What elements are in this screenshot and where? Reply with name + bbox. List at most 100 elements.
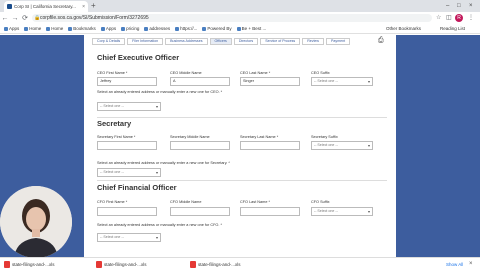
- chevron-down-icon: ▾: [367, 209, 370, 214]
- chevron-down-icon: ▾: [367, 143, 370, 148]
- secretary-suffix-select[interactable]: -- Select one -- ▾: [311, 141, 373, 150]
- chevron-down-icon: ▾: [367, 79, 370, 84]
- secretary-first-name-label: Secretary First Name *: [97, 135, 136, 139]
- bookmark-item[interactable]: Home: [24, 26, 41, 31]
- cfo-middle-name-field[interactable]: [170, 207, 230, 216]
- section-divider: [97, 117, 387, 118]
- download-item[interactable]: state-filings-and-...xls: [96, 260, 147, 269]
- close-downloads-bar-icon[interactable]: ×: [469, 260, 473, 269]
- forward-button[interactable]: →: [10, 15, 20, 22]
- tab-filer-information[interactable]: Filer Information: [127, 38, 164, 45]
- ceo-address-select[interactable]: -- Select one -- ▾: [97, 102, 161, 111]
- bookmark-item[interactable]: Apps: [100, 26, 116, 31]
- bookmark-favicon-icon: [236, 26, 241, 31]
- browser-toolbar: ← → ⟳ 🔒 corpfile.sos.ca.gov/SI/Submissio…: [0, 12, 480, 24]
- cfo-suffix-label: CFO Suffix: [311, 200, 330, 204]
- cfo-first-name-label: CFO First Name *: [97, 200, 128, 204]
- secretary-address-select[interactable]: -- Select one -- ▾: [97, 168, 161, 177]
- show-all-downloads-button[interactable]: Show All: [446, 260, 463, 269]
- cfo-address-prompt: Select an already entered address or man…: [97, 223, 222, 227]
- secretary-last-name-label: Secretary Last Name *: [240, 135, 279, 139]
- bookmark-item[interactable]: pricing: [121, 26, 139, 31]
- presenter-figure: [0, 186, 72, 258]
- browser-tab[interactable]: Corp SI | California Secretary... ×: [4, 1, 88, 12]
- bookmark-item[interactable]: Apps: [4, 26, 19, 31]
- ceo-middle-name-field[interactable]: A: [170, 77, 230, 86]
- cfo-suffix-select[interactable]: -- Select one -- ▾: [311, 207, 373, 216]
- ceo-middle-name-label: CEO Middle Name: [170, 71, 202, 75]
- star-icon[interactable]: ☆: [436, 12, 441, 24]
- tab-review[interactable]: Review: [302, 38, 324, 45]
- bookmark-item[interactable]: Be + Best ...: [236, 26, 266, 31]
- tab-service-of-process[interactable]: Service of Process: [260, 38, 301, 45]
- tab-close-icon[interactable]: ×: [82, 4, 85, 10]
- webcam-overlay: [0, 186, 72, 258]
- tab-payment[interactable]: Payment: [326, 38, 351, 45]
- bookmark-favicon-icon: [144, 26, 149, 31]
- form-step-tabs: Corp & Details Filer Information Busines…: [92, 38, 351, 46]
- download-item[interactable]: state-filings-and-...xls: [4, 260, 55, 269]
- extensions-icon[interactable]: ◫: [446, 12, 452, 24]
- window-minimize-button[interactable]: –: [446, 0, 449, 12]
- window-maximize-button[interactable]: □: [457, 0, 461, 12]
- bookmark-item[interactable]: Bookmarks: [68, 26, 96, 31]
- ceo-section-title: Chief Executive Officer: [97, 53, 180, 62]
- page-background: Corp & Details Filer Information Busines…: [0, 35, 480, 257]
- bookmark-item[interactable]: Home: [46, 26, 63, 31]
- secretary-first-name-field[interactable]: [97, 141, 157, 150]
- tab-title: Corp SI | California Secretary...: [14, 4, 76, 9]
- download-item[interactable]: state-filings-and-...xls: [190, 260, 241, 269]
- bookmark-item[interactable]: https://...: [175, 26, 197, 31]
- bookmark-favicon-icon: [46, 26, 51, 31]
- window-close-button[interactable]: ×: [469, 0, 473, 12]
- ceo-first-name-field[interactable]: Jeffrey: [97, 77, 157, 86]
- downloads-bar: state-filings-and-...xls state-filings-a…: [0, 257, 480, 270]
- cfo-section-title: Chief Financial Officer: [97, 183, 177, 192]
- ceo-first-name-label: CEO First Name *: [97, 71, 128, 75]
- lock-icon: 🔒: [34, 15, 41, 21]
- chevron-down-icon: ▾: [155, 170, 158, 175]
- new-tab-button[interactable]: +: [91, 1, 96, 11]
- cfo-last-name-label: CFO Last Name *: [240, 200, 270, 204]
- bookmark-item[interactable]: Powered By: [202, 26, 232, 31]
- section-divider: [97, 180, 387, 181]
- tab-directors[interactable]: Directors: [233, 38, 259, 45]
- bookmark-item[interactable]: addresses: [144, 26, 170, 31]
- back-button[interactable]: ←: [0, 15, 10, 22]
- bookmark-favicon-icon: [175, 26, 180, 31]
- ceo-last-name-label: CEO Last Name *: [240, 71, 271, 75]
- cfo-last-name-field[interactable]: [240, 207, 300, 216]
- bookmark-favicon-icon: [121, 26, 126, 31]
- bookmark-favicon-icon: [202, 26, 207, 31]
- print-icon[interactable]: ⎙: [378, 37, 384, 45]
- cfo-middle-name-label: CFO Middle Name: [170, 200, 202, 204]
- chevron-down-icon: ▾: [155, 104, 158, 109]
- ceo-suffix-select[interactable]: -- Select one -- ▾: [311, 77, 373, 86]
- url-text: corpfile.sos.ca.gov/SI/Submission/Form/3…: [40, 15, 149, 21]
- tab-officers[interactable]: Officers: [209, 38, 232, 45]
- tab-business-addresses[interactable]: Business Addresses: [165, 38, 208, 45]
- other-bookmarks[interactable]: Other Bookmarks: [386, 24, 421, 34]
- menu-kebab-icon[interactable]: ⋮: [468, 12, 474, 24]
- tab-corp-details[interactable]: Corp & Details: [92, 38, 126, 45]
- file-icon: [4, 261, 10, 268]
- bookmark-favicon-icon: [24, 26, 29, 31]
- ceo-suffix-label: CEO Suffix: [311, 71, 330, 75]
- ceo-last-name-field[interactable]: Singer: [240, 77, 300, 86]
- secretary-address-prompt: Select an already entered address or man…: [97, 161, 230, 165]
- profile-avatar[interactable]: R: [455, 14, 463, 22]
- secretary-middle-name-field[interactable]: [170, 141, 230, 150]
- secretary-last-name-field[interactable]: [240, 141, 300, 150]
- secretary-middle-name-label: Secretary Middle Name: [170, 135, 210, 139]
- address-bar[interactable]: 🔒 corpfile.sos.ca.gov/SI/Submission/Form…: [32, 14, 432, 22]
- site-favicon-icon: [7, 4, 12, 9]
- chevron-down-icon: ▾: [155, 235, 158, 240]
- cfo-first-name-field[interactable]: [97, 207, 157, 216]
- file-icon: [190, 261, 196, 268]
- reading-list[interactable]: Reading List: [440, 24, 465, 34]
- cfo-address-select[interactable]: -- Select one -- ▾: [97, 233, 161, 242]
- file-icon: [96, 261, 102, 268]
- apps-grid-icon: [4, 26, 8, 31]
- bookmark-favicon-icon: [68, 26, 73, 31]
- reload-button[interactable]: ⟳: [20, 14, 30, 22]
